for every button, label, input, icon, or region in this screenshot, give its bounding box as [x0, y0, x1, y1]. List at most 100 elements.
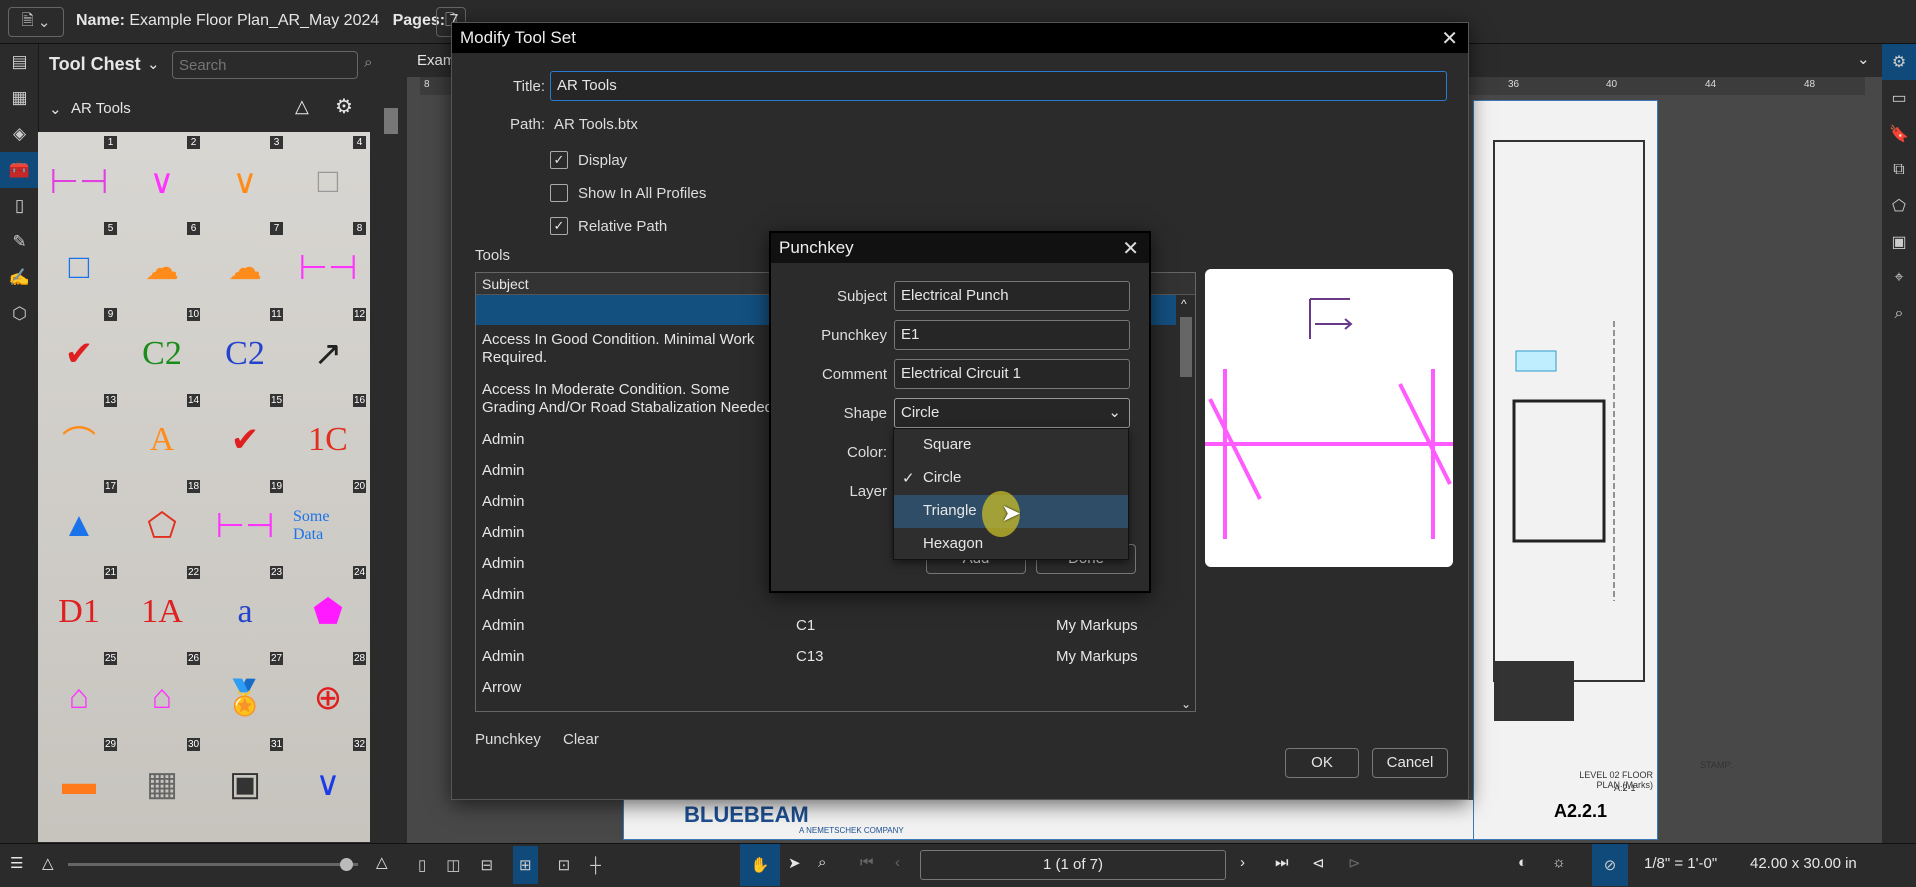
tool-item[interactable]: 26 ⌂ [121, 648, 204, 734]
tool-item[interactable]: 25 ⌂ [38, 648, 121, 734]
last-page-icon[interactable]: ⏭ [1275, 854, 1289, 871]
tag-icon[interactable]: ⬠ [1882, 188, 1916, 224]
tool-chest-title[interactable]: Tool Chest [49, 54, 141, 75]
table-row[interactable]: Arrow [476, 673, 1176, 704]
tool-item[interactable]: 20 Some Data [287, 476, 370, 562]
compare-icon[interactable]: ⧉ [1882, 152, 1916, 188]
stamp-icon[interactable]: ▣ [1882, 224, 1916, 260]
tool-item[interactable]: 4 □ [287, 132, 370, 218]
select-arrow-icon[interactable]: ➤ [788, 854, 801, 872]
title-input[interactable]: AR Tools [550, 71, 1447, 101]
calibrate-icon[interactable]: ⊘ [1592, 844, 1628, 886]
tool-item[interactable]: 11 C2 [204, 304, 287, 390]
close-icon[interactable]: ✕ [1441, 26, 1458, 51]
shape-option-square[interactable]: Square [894, 429, 1128, 462]
cancel-button[interactable]: Cancel [1372, 748, 1448, 778]
crosshair-icon[interactable]: ┼ [590, 857, 601, 874]
first-page-icon[interactable]: ⏮ [860, 854, 874, 871]
zoom-icon[interactable]: ⌕ [818, 854, 826, 871]
tool-item[interactable]: 16 1C [287, 390, 370, 476]
measure-ruler-icon[interactable]: ▭ [1882, 80, 1916, 116]
clear-button[interactable]: Clear [563, 731, 599, 748]
tool-item[interactable]: 18 ⬠ [121, 476, 204, 562]
search-icon[interactable]: ⌕ [1882, 296, 1916, 332]
chevron-down-icon[interactable]: ⌄ [49, 100, 62, 118]
gear-icon[interactable]: ⚙ [335, 94, 353, 119]
tool-set-name[interactable]: AR Tools [71, 100, 131, 117]
tool-item[interactable]: 5 □ [38, 218, 121, 304]
tool-item[interactable]: 27 🏅 [204, 648, 287, 734]
tool-item[interactable]: 30 ▦ [121, 734, 204, 820]
forward-view-icon[interactable]: ⊳ [1348, 854, 1361, 872]
relative-path-checkbox[interactable]: ✓ [550, 217, 568, 235]
tool-item[interactable]: 6 ☁ [121, 218, 204, 304]
tool-item[interactable]: 14 A [121, 390, 204, 476]
prev-page-icon[interactable]: ‹ [895, 854, 900, 871]
punchkey-input[interactable]: E1 [894, 320, 1130, 350]
show-all-profiles-checkbox[interactable] [550, 184, 568, 202]
table-row[interactable]: Callout Length of column? [476, 704, 1176, 711]
brightness-icon[interactable]: ☼ [1552, 854, 1566, 871]
split-horizontal-icon[interactable]: ⊟ [480, 856, 493, 874]
tool-item[interactable]: 9 ✔ [38, 304, 121, 390]
tool-item[interactable]: 17 ▲ [38, 476, 121, 562]
shape-select[interactable]: Circle ⌄ [894, 398, 1130, 428]
drawing-page[interactable]: A:2-1 A2.2.1 [1473, 100, 1658, 840]
contrast-icon[interactable]: ◐ [1518, 854, 1527, 871]
tool-item[interactable]: 21 D1 [38, 562, 121, 648]
single-page-icon[interactable]: ▯ [418, 856, 426, 874]
map-icon[interactable]: ▯ [0, 188, 39, 224]
chevron-down-icon[interactable]: ⌄ [1857, 50, 1870, 68]
shape-option-circle[interactable]: ✓ Circle [894, 462, 1128, 495]
tool-item[interactable]: 15 ✔ [204, 390, 287, 476]
page-number-field[interactable]: 1 (1 of 7) [920, 850, 1226, 880]
tool-item[interactable]: 23 a [204, 562, 287, 648]
table-row[interactable]: Admin C13 My Markups [476, 642, 1176, 673]
thumbnails-icon[interactable]: ▦ [0, 80, 39, 116]
tool-item[interactable]: 1 ⊢⊣ [38, 132, 121, 218]
tool-chest-icon[interactable]: 🧰 [0, 152, 39, 188]
bookmark-icon[interactable]: 🔖 [1882, 116, 1916, 152]
tag-icon[interactable]: ⬡ [0, 296, 39, 332]
table-row[interactable]: Admin C1 My Markups [476, 611, 1176, 642]
next-page-icon[interactable]: › [1240, 854, 1245, 871]
file-cabinet-icon[interactable]: ▤ [0, 44, 39, 80]
tool-item[interactable]: 24 ⬟ [287, 562, 370, 648]
split-vertical-icon[interactable]: ◫ [446, 856, 460, 874]
tool-item[interactable]: 12 ↗ [287, 304, 370, 390]
tool-item[interactable]: 22 1A [121, 562, 204, 648]
tool-item[interactable]: 10 C2 [121, 304, 204, 390]
scrollbar[interactable] [381, 88, 401, 887]
tool-item[interactable]: 19 ⊢⊣ [204, 476, 287, 562]
tool-item[interactable]: 7 ☁ [204, 218, 287, 304]
fit-page-icon[interactable]: ⊞ [513, 846, 538, 884]
tool-item[interactable]: 3 ∨ [204, 132, 287, 218]
subject-input[interactable]: Electrical Punch [894, 281, 1130, 311]
fit-width-icon[interactable]: ⊡ [558, 856, 571, 874]
markups-list-icon[interactable]: ✎ [0, 224, 39, 260]
tool-item[interactable]: 28 ⊕ [287, 648, 370, 734]
properties-gear-icon[interactable]: ⚙ [1882, 44, 1916, 80]
comment-input[interactable]: Electrical Circuit 1 [894, 359, 1130, 389]
tool-item[interactable]: 32 ∨ [287, 734, 370, 820]
scale-readout[interactable]: 1/8" = 1'-0" [1644, 855, 1717, 872]
tool-item[interactable]: 13 ⌒ [38, 390, 121, 476]
back-view-icon[interactable]: ⊲ [1312, 854, 1325, 872]
chevron-down-icon[interactable]: ⌄ [147, 55, 160, 73]
table-scrollbar[interactable]: ^ ⌄ [1176, 295, 1195, 711]
tool-item[interactable]: 31 ▣ [204, 734, 287, 820]
scale-tools-icon[interactable]: △ [295, 96, 309, 117]
signature-icon[interactable]: ✍ [0, 260, 39, 296]
tool-item[interactable]: 2 ∨ [121, 132, 204, 218]
ok-button[interactable]: OK [1285, 748, 1359, 778]
size-slider[interactable] [68, 858, 358, 871]
location-icon[interactable]: ⌖ [1882, 260, 1916, 296]
document-tab[interactable]: Exam [417, 52, 455, 69]
tool-item[interactable]: 8 ⊢⊣ [287, 218, 370, 304]
close-icon[interactable]: ✕ [1122, 236, 1139, 261]
punchkey-button[interactable]: Punchkey [475, 731, 541, 748]
document-menu-button[interactable]: 🗎 ⌄ [8, 7, 64, 37]
layers-icon[interactable]: ◈ [0, 116, 39, 152]
list-icon[interactable]: ☰ [10, 854, 23, 872]
search-input[interactable] [172, 51, 358, 79]
